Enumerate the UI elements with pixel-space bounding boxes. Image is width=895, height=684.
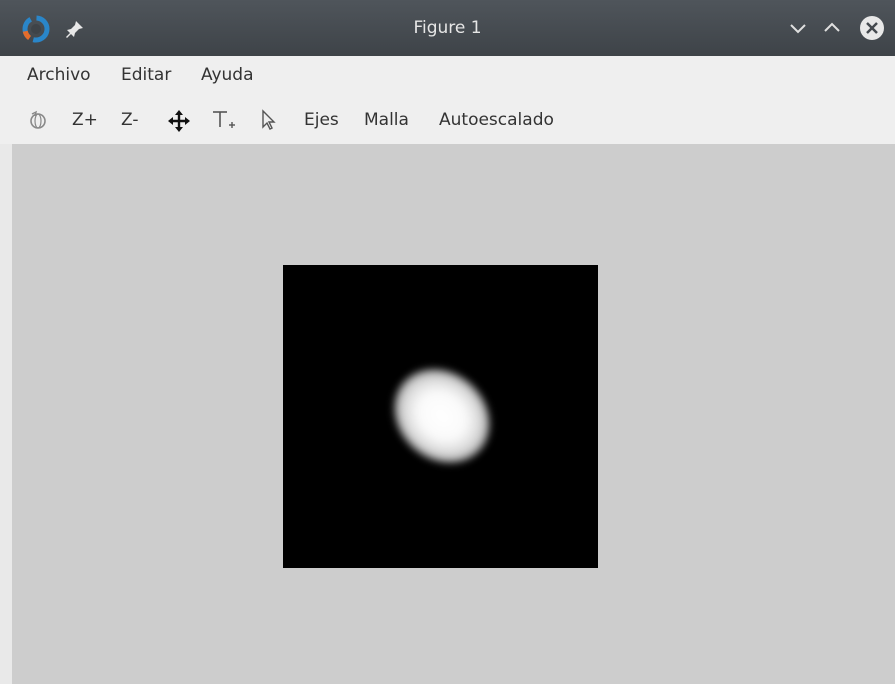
menu-editar[interactable]: Editar xyxy=(121,56,171,96)
maximize-icon[interactable] xyxy=(820,16,844,40)
autoscale-button[interactable]: Autoescalado xyxy=(439,96,554,144)
minimize-icon[interactable] xyxy=(786,16,810,40)
zoom-out-button[interactable]: Z- xyxy=(121,96,138,144)
bright-blob xyxy=(375,349,509,483)
toolbar: Z+ Z- Ejes Malla Autoescalado xyxy=(0,96,895,144)
select-icon[interactable] xyxy=(260,109,278,131)
figure-window: Figure 1 Archivo Editar Ayuda Z+ Z- Ejes… xyxy=(0,0,895,684)
zoom-in-button[interactable]: Z+ xyxy=(72,96,98,144)
axes-button[interactable]: Ejes xyxy=(304,96,339,144)
grid-button[interactable]: Malla xyxy=(364,96,409,144)
pan-icon[interactable] xyxy=(168,110,190,132)
title-bar[interactable]: Figure 1 xyxy=(0,0,895,56)
left-edge xyxy=(0,144,12,684)
menu-archivo[interactable]: Archivo xyxy=(27,56,91,96)
menu-ayuda[interactable]: Ayuda xyxy=(201,56,254,96)
figure-canvas[interactable] xyxy=(0,144,895,684)
menu-bar: Archivo Editar Ayuda xyxy=(0,56,895,96)
image-plot[interactable] xyxy=(283,265,598,568)
close-icon[interactable] xyxy=(858,14,886,42)
window-title: Figure 1 xyxy=(413,18,482,38)
text-insert-icon[interactable] xyxy=(210,108,236,132)
rotate-icon[interactable] xyxy=(28,109,48,131)
